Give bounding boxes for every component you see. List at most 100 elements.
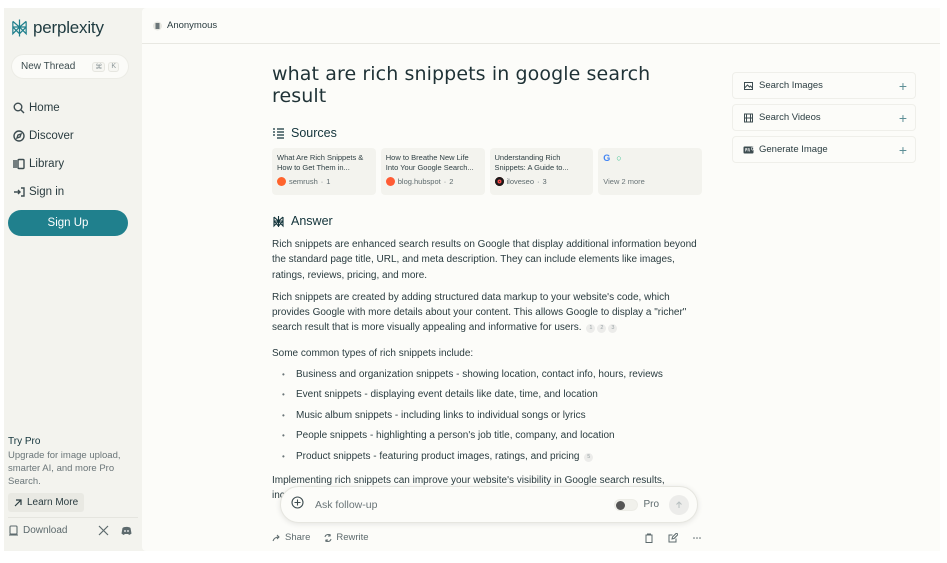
arrow-up-right-icon xyxy=(14,498,22,506)
plus-icon: + xyxy=(898,141,907,158)
source-card[interactable]: Understanding Rich Snippets: A Guide to.… xyxy=(489,148,594,195)
answer-tools xyxy=(644,532,702,543)
attach-button[interactable] xyxy=(291,495,304,514)
source-site: semrush xyxy=(289,177,318,186)
video-icon xyxy=(744,113,753,122)
try-pro-title: Try Pro xyxy=(8,436,41,447)
sidebar-divider xyxy=(8,517,138,518)
search-videos-button[interactable]: Search Videos + xyxy=(732,104,916,131)
source-index: 3 xyxy=(542,177,547,186)
source-title: What Are Rich Snippets & How to Get Them… xyxy=(277,153,364,172)
citation-badge[interactable]: 3 xyxy=(608,324,618,334)
logo[interactable]: perplexity xyxy=(10,18,104,38)
plus-circle-icon xyxy=(291,495,304,509)
sidebar-item-library[interactable]: Library xyxy=(13,150,74,178)
sidebar-item-label: Sign in xyxy=(29,186,65,198)
image-icon xyxy=(744,81,753,90)
source-index: 1 xyxy=(326,177,331,186)
logo-text: perplexity xyxy=(33,18,104,37)
source-title: Understanding Rich Snippets: A Guide to.… xyxy=(494,153,569,172)
top-bar: Anonymous xyxy=(142,8,940,44)
sidebar-footer: Download xyxy=(8,525,132,536)
list-item: Event snippets - displaying event detail… xyxy=(272,385,702,406)
generate-image-button[interactable]: Generate Image + xyxy=(732,136,916,163)
search-icon xyxy=(13,102,25,114)
arrow-up-icon xyxy=(676,500,682,508)
sign-up-button[interactable]: Sign Up xyxy=(8,210,128,236)
pro-toggle[interactable] xyxy=(614,498,639,511)
answer-actions: Share Rewrite xyxy=(272,532,702,543)
citation-badge[interactable]: 2 xyxy=(597,324,607,334)
compass-icon xyxy=(13,130,25,142)
answer-paragraph: Rich snippets are created by adding stru… xyxy=(272,290,702,336)
citation-badge[interactable]: 1 xyxy=(586,324,596,334)
sidebar-item-home[interactable]: Home xyxy=(13,94,74,122)
list-item: Music album snippets - including links t… xyxy=(272,406,702,427)
search-images-button[interactable]: Search Images + xyxy=(732,72,916,99)
list-item: People snippets - highlighting a person'… xyxy=(272,426,702,447)
perplexity-answer-icon xyxy=(273,215,284,227)
source-meta: blog.hubspot · 2 xyxy=(385,177,480,186)
copy-clipboard-icon[interactable] xyxy=(644,533,654,543)
follow-up-input[interactable] xyxy=(315,498,605,511)
share-button[interactable]: Share xyxy=(272,532,310,543)
toggle-knob xyxy=(616,500,626,510)
pro-icon xyxy=(743,146,754,153)
answer-label: Answer xyxy=(291,214,333,228)
try-pro-card: Try Pro Upgrade for image upload, smarte… xyxy=(8,436,128,512)
sources-list: What Are Rich Snippets & How to Get Them… xyxy=(272,148,702,195)
sidebar-nav: Home Discover Library Sign in xyxy=(13,94,74,206)
thread-content: what are rich snippets in google search … xyxy=(272,63,702,503)
sources-label: Sources xyxy=(291,126,337,140)
perplexity-logo-icon xyxy=(12,19,27,37)
source-card[interactable]: How to Breathe New Life Into Your Google… xyxy=(380,148,485,195)
source-meta: iloveseo · 3 xyxy=(494,177,589,186)
source-title: How to Breathe New Life Into Your Google… xyxy=(385,153,474,172)
rewrite-label: Rewrite xyxy=(336,532,369,543)
follow-up-bar: Pro xyxy=(280,486,698,523)
view-more-label: View 2 more xyxy=(603,177,645,186)
learn-more-button[interactable]: Learn More xyxy=(8,493,85,512)
query-title: what are rich snippets in google search … xyxy=(272,63,651,107)
source-sep: · xyxy=(443,177,447,186)
library-icon xyxy=(13,158,25,170)
citation-badge[interactable]: 5 xyxy=(584,452,594,462)
list-item-text: Product snippets - featuring product ima… xyxy=(296,450,580,462)
semrush-favicon-icon xyxy=(277,177,286,186)
source-site: blog.hubspot xyxy=(397,177,441,186)
discord-icon[interactable] xyxy=(121,525,132,536)
user-label: Anonymous xyxy=(167,20,218,31)
iloveseo-favicon-icon xyxy=(494,177,504,186)
list-item: Business and organization snippets - sho… xyxy=(272,365,702,386)
media-panel: Search Images + Search Videos + Generate… xyxy=(732,72,916,168)
download-link[interactable]: Download xyxy=(8,525,67,536)
search-videos-label: Search Videos xyxy=(759,112,821,123)
edit-icon[interactable] xyxy=(668,532,678,543)
shortcut-hint: ⌘ K xyxy=(92,61,119,72)
incognito-icon xyxy=(153,21,162,30)
x-twitter-icon[interactable] xyxy=(98,525,109,536)
source-site: iloveseo xyxy=(506,177,535,186)
sidebar-item-discover[interactable]: Discover xyxy=(13,122,74,150)
sign-in-icon xyxy=(14,187,25,197)
sidebar-item-label: Home xyxy=(29,102,60,114)
google-favicon-icon: G xyxy=(603,153,611,163)
source-index: 2 xyxy=(449,177,454,186)
new-thread-button[interactable]: New Thread ⌘ K xyxy=(12,55,128,78)
answer-header: Answer xyxy=(272,214,702,228)
download-label: Download xyxy=(23,525,68,536)
view-more-sources[interactable]: G ○ View 2 more xyxy=(598,148,702,195)
hubspot-favicon-icon xyxy=(385,177,395,186)
site-favicon-icon: ○ xyxy=(616,153,622,163)
submit-button[interactable] xyxy=(669,494,689,515)
sidebar-item-sign-in[interactable]: Sign in xyxy=(13,178,74,206)
more-options-icon[interactable] xyxy=(692,533,702,543)
more-favicons: G ○ xyxy=(603,153,697,163)
app-window: perplexity New Thread ⌘ K Home Discover … xyxy=(4,8,940,551)
cmd-key: ⌘ xyxy=(92,61,106,72)
share-label: Share xyxy=(285,532,311,543)
rewrite-button[interactable]: Rewrite xyxy=(323,532,369,543)
new-thread-label: New Thread xyxy=(21,61,76,72)
source-card[interactable]: What Are Rich Snippets & How to Get Them… xyxy=(272,148,376,195)
plus-icon: + xyxy=(898,77,907,94)
